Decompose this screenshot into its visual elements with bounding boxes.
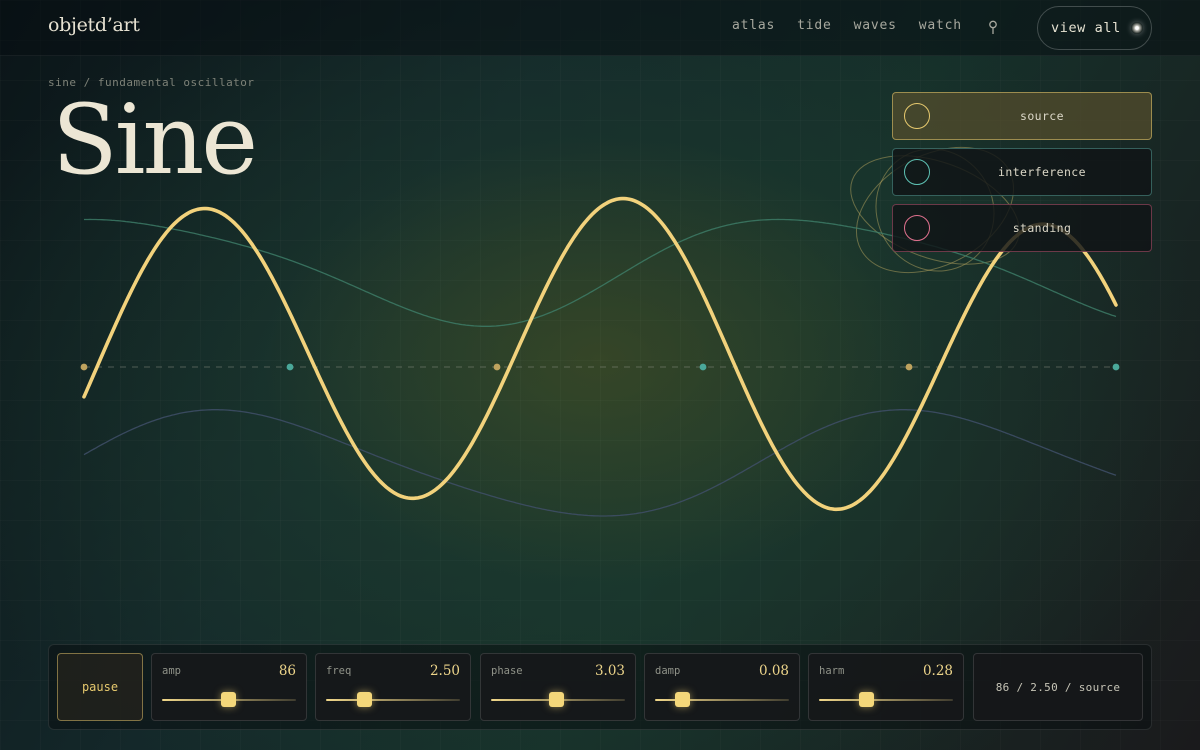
phase-slider-thumb[interactable]: [548, 692, 564, 707]
damp-slider-thumb[interactable]: [674, 692, 690, 707]
page-title: Sine: [52, 84, 258, 196]
node-marker: [699, 363, 707, 371]
damp-slider-card: damp 0.08: [644, 653, 800, 721]
node-marker: [1112, 363, 1120, 371]
logo[interactable]: objetd’art: [48, 14, 140, 36]
nav-link-waves[interactable]: waves: [854, 18, 897, 33]
mode-interference-button[interactable]: interference: [892, 148, 1152, 196]
circle-icon: [904, 103, 930, 129]
damp-slider-label: damp: [655, 665, 681, 677]
spark-icon: [1130, 22, 1143, 34]
harm-slider-label: harm: [819, 665, 845, 677]
parameter-readout: 86 / 2.50 / source: [973, 653, 1143, 721]
view-all-button[interactable]: view all: [1037, 6, 1152, 50]
node-marker: [905, 363, 913, 371]
amp-slider-label: amp: [162, 665, 181, 677]
circle-icon: [904, 215, 930, 241]
amp-slider-card: amp 86: [151, 653, 307, 721]
main-nav: atlas tide waves watch: [732, 18, 962, 33]
node-marker: [286, 363, 294, 371]
top-bar: objetd’art atlas tide waves watch view a…: [0, 0, 1200, 56]
mode-label: interference: [998, 165, 1086, 179]
mode-label: standing: [1012, 221, 1072, 235]
freq-slider-card: freq 2.50: [315, 653, 471, 721]
damp-slider-value: 0.08: [758, 663, 789, 679]
amp-slider-thumb[interactable]: [221, 692, 237, 707]
view-all-label: view all: [1051, 20, 1121, 36]
freq-slider-track[interactable]: [326, 699, 460, 701]
harm-slider-thumb[interactable]: [859, 692, 875, 707]
freq-slider-value: 2.50: [429, 663, 460, 679]
amp-slider-value: 86: [278, 663, 296, 679]
freq-slider-label: freq: [326, 665, 352, 677]
node-marker: [493, 363, 501, 371]
phase-slider-label: phase: [491, 665, 523, 677]
harm-slider-value: 0.28: [922, 663, 953, 679]
node-marker: [80, 363, 88, 371]
pause-button[interactable]: pause: [57, 653, 143, 721]
phase-slider-card: phase 3.03: [480, 653, 636, 721]
circle-icon: [904, 159, 930, 185]
harm-slider-track[interactable]: [819, 699, 953, 701]
nav-link-atlas[interactable]: atlas: [732, 18, 775, 33]
location-pin-icon[interactable]: [986, 19, 1000, 37]
mode-label: source: [1020, 109, 1064, 123]
nav-link-watch[interactable]: watch: [919, 18, 962, 33]
mode-selector: source interference standing: [892, 92, 1152, 260]
nav-link-tide[interactable]: tide: [797, 18, 832, 33]
standing-wave: [83, 409, 1117, 517]
mode-standing-button[interactable]: standing: [892, 204, 1152, 252]
freq-slider-thumb[interactable]: [356, 692, 372, 707]
phase-slider-value: 3.03: [594, 663, 625, 679]
harm-slider-card: harm 0.28: [808, 653, 964, 721]
mode-source-button[interactable]: source: [892, 92, 1152, 140]
